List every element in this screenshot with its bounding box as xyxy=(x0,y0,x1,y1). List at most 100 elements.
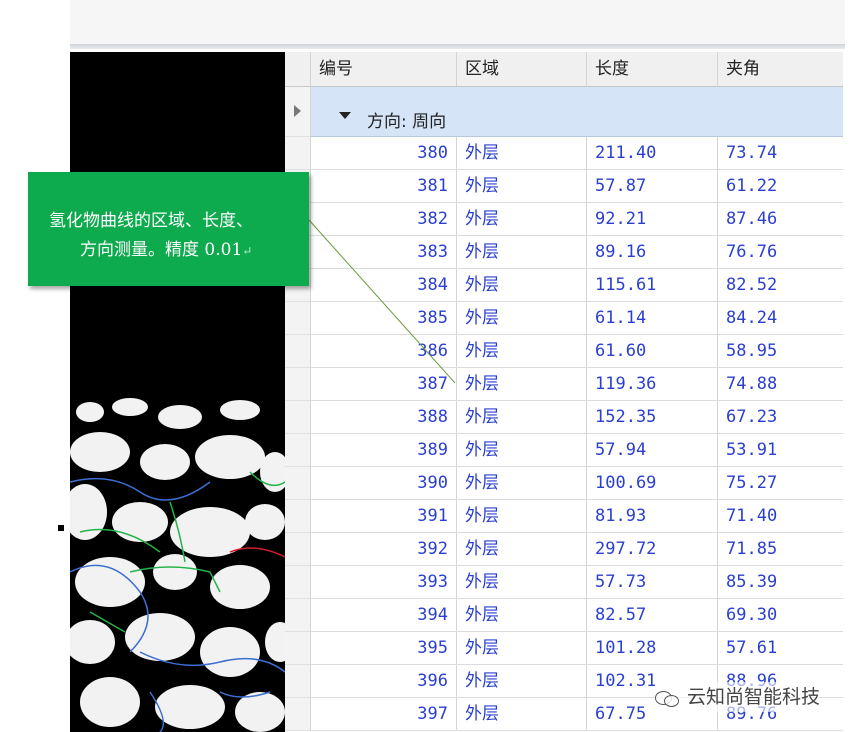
row-selector[interactable] xyxy=(285,434,311,467)
cell-length[interactable]: 61.14 xyxy=(587,302,718,334)
cell-angle[interactable]: 58.95 xyxy=(718,335,843,367)
row-selector[interactable] xyxy=(285,599,311,632)
cell-id[interactable]: 389 xyxy=(311,434,457,466)
cell-region[interactable]: 外层 xyxy=(457,632,587,664)
cell-id[interactable]: 395 xyxy=(311,632,457,664)
cell-id[interactable]: 397 xyxy=(311,698,457,730)
cell-angle[interactable]: 71.40 xyxy=(718,500,843,532)
column-header-id[interactable]: 编号 xyxy=(311,52,457,86)
table-row[interactable]: 387 外层 119.36 74.88 xyxy=(311,368,843,401)
table-row[interactable]: 389 外层 57.94 53.91 xyxy=(311,434,843,467)
table-row[interactable]: 390 外层 100.69 75.27 xyxy=(311,467,843,500)
cell-region[interactable]: 外层 xyxy=(457,599,587,631)
cell-length[interactable]: 57.73 xyxy=(587,566,718,598)
cell-region[interactable]: 外层 xyxy=(457,368,587,400)
cell-id[interactable]: 388 xyxy=(311,401,457,433)
cell-angle[interactable]: 84.24 xyxy=(718,302,843,334)
cell-angle[interactable]: 87.46 xyxy=(718,203,843,235)
cell-region[interactable]: 外层 xyxy=(457,170,587,202)
cell-region[interactable]: 外层 xyxy=(457,698,587,730)
table-row[interactable]: 385 外层 61.14 84.24 xyxy=(311,302,843,335)
table-row[interactable]: 381 外层 57.87 61.22 xyxy=(311,170,843,203)
cell-region[interactable]: 外层 xyxy=(457,401,587,433)
table-row[interactable]: 392 外层 297.72 71.85 xyxy=(311,533,843,566)
cell-angle[interactable]: 69.30 xyxy=(718,599,843,631)
row-selector-current[interactable] xyxy=(285,87,311,137)
cell-region[interactable]: 外层 xyxy=(457,467,587,499)
row-selector[interactable] xyxy=(285,137,311,170)
cell-angle[interactable]: 71.85 xyxy=(718,533,843,565)
cell-id[interactable]: 382 xyxy=(311,203,457,235)
table-row[interactable]: 393 外层 57.73 85.39 xyxy=(311,566,843,599)
table-row[interactable]: 384 外层 115.61 82.52 xyxy=(311,269,843,302)
cell-length[interactable]: 297.72 xyxy=(587,533,718,565)
table-row[interactable]: 391 外层 81.93 71.40 xyxy=(311,500,843,533)
cell-region[interactable]: 外层 xyxy=(457,302,587,334)
cell-angle[interactable]: 53.91 xyxy=(718,434,843,466)
cell-id[interactable]: 393 xyxy=(311,566,457,598)
table-row[interactable]: 383 外层 89.16 76.76 xyxy=(311,236,843,269)
cell-angle[interactable]: 76.76 xyxy=(718,236,843,268)
cell-length[interactable]: 211.40 xyxy=(587,137,718,169)
cell-angle[interactable]: 67.23 xyxy=(718,401,843,433)
cell-length[interactable]: 101.28 xyxy=(587,632,718,664)
row-selector[interactable] xyxy=(285,698,311,731)
column-header-length[interactable]: 长度 xyxy=(587,52,718,86)
cell-angle[interactable]: 75.27 xyxy=(718,467,843,499)
cell-id[interactable]: 391 xyxy=(311,500,457,532)
cell-region[interactable]: 外层 xyxy=(457,533,587,565)
cell-angle[interactable]: 57.61 xyxy=(718,632,843,664)
row-selector[interactable] xyxy=(285,368,311,401)
cell-region[interactable]: 外层 xyxy=(457,500,587,532)
table-row[interactable]: 388 外层 152.35 67.23 xyxy=(311,401,843,434)
cell-id[interactable]: 383 xyxy=(311,236,457,268)
row-selector[interactable] xyxy=(285,302,311,335)
row-selector[interactable] xyxy=(285,467,311,500)
cell-id[interactable]: 387 xyxy=(311,368,457,400)
cell-length[interactable]: 81.93 xyxy=(587,500,718,532)
row-selector[interactable] xyxy=(285,500,311,533)
cell-id[interactable]: 384 xyxy=(311,269,457,301)
cell-length[interactable]: 92.21 xyxy=(587,203,718,235)
cell-region[interactable]: 外层 xyxy=(457,434,587,466)
cell-angle[interactable]: 85.39 xyxy=(718,566,843,598)
cell-id[interactable]: 386 xyxy=(311,335,457,367)
cell-length[interactable]: 61.60 xyxy=(587,335,718,367)
cell-id[interactable]: 390 xyxy=(311,467,457,499)
row-selector[interactable] xyxy=(285,401,311,434)
table-row[interactable]: 386 外层 61.60 58.95 xyxy=(311,335,843,368)
cell-region[interactable]: 外层 xyxy=(457,203,587,235)
cell-length[interactable]: 119.36 xyxy=(587,368,718,400)
cell-region[interactable]: 外层 xyxy=(457,269,587,301)
cell-region[interactable]: 外层 xyxy=(457,665,587,697)
cell-length[interactable]: 82.57 xyxy=(587,599,718,631)
cell-id[interactable]: 394 xyxy=(311,599,457,631)
cell-angle[interactable]: 61.22 xyxy=(718,170,843,202)
cell-angle[interactable]: 82.52 xyxy=(718,269,843,301)
cell-length[interactable]: 115.61 xyxy=(587,269,718,301)
column-header-angle[interactable]: 夹角 xyxy=(718,52,843,86)
column-header-region[interactable]: 区域 xyxy=(457,52,587,86)
cell-length[interactable]: 152.35 xyxy=(587,401,718,433)
table-row[interactable]: 382 外层 92.21 87.46 xyxy=(311,203,843,236)
group-row[interactable]: 方向: 周向 xyxy=(311,87,843,137)
cell-id[interactable]: 381 xyxy=(311,170,457,202)
cell-length[interactable]: 57.94 xyxy=(587,434,718,466)
collapse-triangle-icon[interactable] xyxy=(339,112,351,119)
cell-length[interactable]: 100.69 xyxy=(587,467,718,499)
cell-id[interactable]: 385 xyxy=(311,302,457,334)
cell-region[interactable]: 外层 xyxy=(457,236,587,268)
cell-region[interactable]: 外层 xyxy=(457,566,587,598)
row-selector[interactable] xyxy=(285,335,311,368)
cell-id[interactable]: 392 xyxy=(311,533,457,565)
row-selector[interactable] xyxy=(285,533,311,566)
row-selector[interactable] xyxy=(285,566,311,599)
cell-id[interactable]: 396 xyxy=(311,665,457,697)
cell-id[interactable]: 380 xyxy=(311,137,457,169)
cell-length[interactable]: 89.16 xyxy=(587,236,718,268)
table-row[interactable]: 395 外层 101.28 57.61 xyxy=(311,632,843,665)
cell-angle[interactable]: 74.88 xyxy=(718,368,843,400)
table-row[interactable]: 380 外层 211.40 73.74 xyxy=(311,137,843,170)
row-selector[interactable] xyxy=(285,632,311,665)
row-selector[interactable] xyxy=(285,665,311,698)
